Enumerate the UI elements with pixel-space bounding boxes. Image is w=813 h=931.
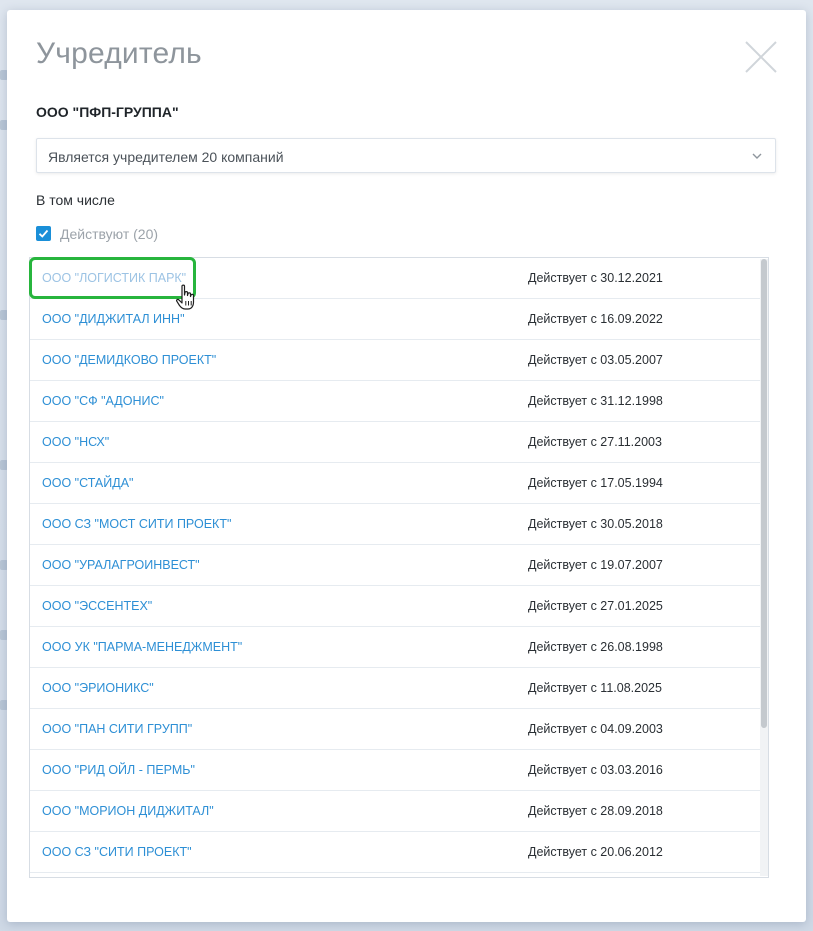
list-item: ООО "ЭРИОНИКС" Действует с 11.08.2025 xyxy=(30,668,760,709)
list-item: ООО "СФ "АДОНИС" Действует с 31.12.1998 xyxy=(30,381,760,422)
company-status: Действует с 30.12.2021 xyxy=(528,271,663,285)
company-status: Действует с 27.11.2003 xyxy=(528,435,662,449)
list-item: ООО "ДЕМИДКОВО ПРОЕКТ" Действует с 03.05… xyxy=(30,340,760,381)
list-item: ООО "ЛОГИСТИК ПАРК" Действует с 30.12.20… xyxy=(30,258,760,299)
company-link[interactable]: ООО "ПАН СИТИ ГРУПП" xyxy=(42,722,192,736)
company-link[interactable]: ООО "ЭРИОНИКС" xyxy=(42,681,154,695)
company-link[interactable]: ООО "СФ "АДОНИС" xyxy=(42,394,164,408)
list-item: ООО "ЭССЕНТЕХ" Действует с 27.01.2025 xyxy=(30,586,760,627)
list-item: ООО "РИД ОЙЛ - ПЕРМЬ" Действует с 03.03.… xyxy=(30,750,760,791)
company-link[interactable]: ООО "ДИДЖИТАЛ ИНН" xyxy=(42,312,185,326)
company-link[interactable]: ООО УК "ПАРМА-МЕНЕДЖМЕНТ" xyxy=(42,640,242,654)
company-link[interactable]: ООО "НСХ" xyxy=(42,435,109,449)
company-status: Действует с 17.05.1994 xyxy=(528,476,663,490)
company-status: Действует с 16.09.2022 xyxy=(528,312,663,326)
chevron-down-icon xyxy=(752,153,762,159)
companies-select[interactable]: Является учредителем 20 компаний xyxy=(36,138,776,173)
list-item: ООО УК "ПАРМА-МЕНЕДЖМЕНТ" Действует с 26… xyxy=(30,627,760,668)
company-link[interactable]: ООО "УРАЛАГРОИНВЕСТ" xyxy=(42,558,200,572)
company-link[interactable]: ООО СЗ "МОСТ СИТИ ПРОЕКТ" xyxy=(42,517,231,531)
founder-company-name: ООО "ПФП-ГРУППА" xyxy=(36,104,179,120)
company-link[interactable]: ООО "МОРИОН ДИДЖИТАЛ" xyxy=(42,804,214,818)
active-filter-label: Действуют (20) xyxy=(60,226,159,242)
list-item: ООО "УРАЛАГРОИНВЕСТ" Действует с 19.07.2… xyxy=(30,545,760,586)
including-label: В том числе xyxy=(36,192,115,208)
checkmark-icon xyxy=(38,229,49,238)
company-link[interactable]: ООО "ЛОГИСТИК ПАРК" xyxy=(42,271,186,285)
company-link[interactable]: ООО "ЭССЕНТЕХ" xyxy=(42,599,152,613)
company-status: Действует с 31.12.1998 xyxy=(528,394,663,408)
scrollbar-thumb[interactable] xyxy=(761,259,767,728)
company-link[interactable]: ООО СЗ "СИТИ ПРОЕКТ" xyxy=(42,845,192,859)
company-status: Действует с 27.01.2025 xyxy=(528,599,663,613)
list-item: ООО "ДИДЖИТАЛ ИНН" Действует с 16.09.202… xyxy=(30,299,760,340)
company-link[interactable]: ООО "СТАЙДА" xyxy=(42,476,133,490)
company-status: Действует с 03.03.2016 xyxy=(528,763,663,777)
company-link[interactable]: ООО "РИД ОЙЛ - ПЕРМЬ" xyxy=(42,763,195,777)
company-status: Действует с 30.05.2018 xyxy=(528,517,663,531)
company-status: Действует с 28.09.2018 xyxy=(528,804,663,818)
list-item: ООО "НСХ" Действует с 27.11.2003 xyxy=(30,422,760,463)
list-item: ООО СЗ "СИТИ ПРОЕКТ" Действует с 20.06.2… xyxy=(30,832,760,873)
company-status: Действует с 03.05.2007 xyxy=(528,353,663,367)
company-status: Действует с 26.08.1998 xyxy=(528,640,663,654)
company-status: Действует с 11.08.2025 xyxy=(528,681,662,695)
list-item: ООО СЗ "МОСТ СИТИ ПРОЕКТ" Действует с 30… xyxy=(30,504,760,545)
modal-title: Учредитель xyxy=(36,37,202,70)
close-icon xyxy=(745,41,777,73)
list-item: ООО "ПАН СИТИ ГРУПП" Действует с 04.09.2… xyxy=(30,709,760,750)
company-status: Действует с 04.09.2003 xyxy=(528,722,663,736)
companies-list[interactable]: ООО "ЛОГИСТИК ПАРК" Действует с 30.12.20… xyxy=(29,257,769,878)
list-scrollbar[interactable] xyxy=(760,259,768,876)
active-filter-checkbox[interactable] xyxy=(36,226,51,241)
hand-pointer-icon xyxy=(176,284,195,310)
select-value: Является учредителем 20 компаний xyxy=(48,149,284,165)
company-status: Действует с 20.06.2012 xyxy=(528,845,663,859)
company-status: Действует с 19.07.2007 xyxy=(528,558,663,572)
close-button[interactable] xyxy=(744,40,778,74)
list-item: ООО "МОРИОН ДИДЖИТАЛ" Действует с 28.09.… xyxy=(30,791,760,832)
list-item: ООО "СТАЙДА" Действует с 17.05.1994 xyxy=(30,463,760,504)
company-link[interactable]: ООО "ДЕМИДКОВО ПРОЕКТ" xyxy=(42,353,216,367)
